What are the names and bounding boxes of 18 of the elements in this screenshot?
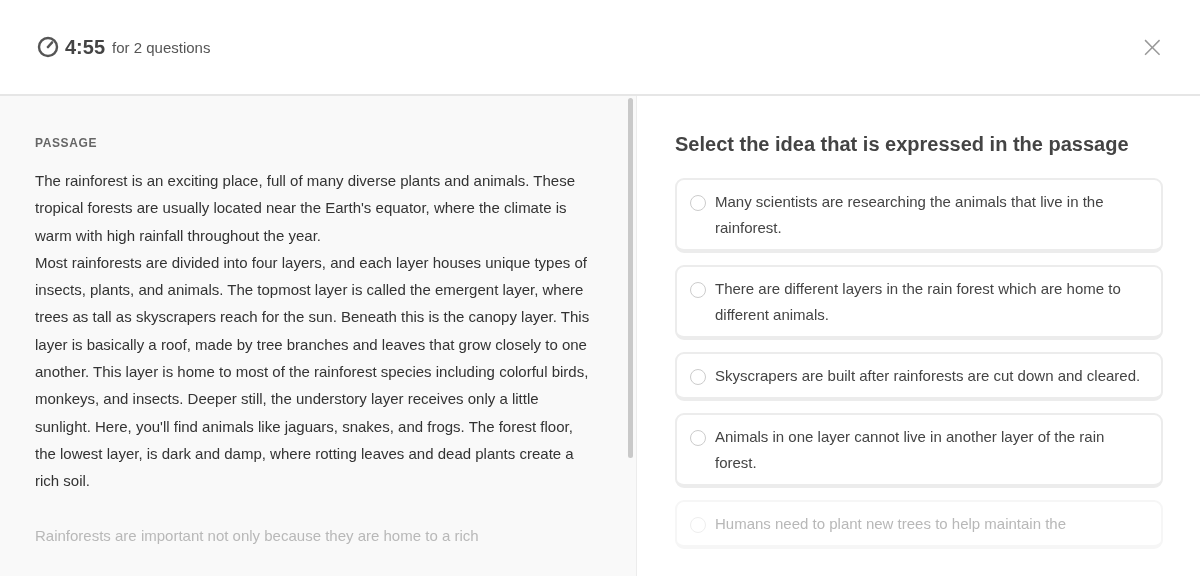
passage-paragraph: The rainforest is an exciting place, full of many diverse plants and animals. These tropical forests are usually located near the Earth's equator, where the climate is warm with high rainfall throughout the year. xyxy=(35,171,576,246)
passage-paragraph: Rainforests are important not only because they are home to a rich xyxy=(35,525,480,546)
answer-option[interactable]: Animals in one layer cannot live in another layer of the rain forest. xyxy=(675,413,1163,488)
scrollbar[interactable] xyxy=(628,98,633,458)
timer-icon xyxy=(37,36,59,58)
timer-text: 4:55 xyxy=(65,35,106,59)
answer-option[interactable]: There are different layers in the rain forest which are home to different animals. xyxy=(675,265,1163,340)
option-text: Many scientists are researching the animals that live in the rainforest. xyxy=(715,192,1105,238)
answer-option[interactable]: Many scientists are researching the animals that live in the rainforest. xyxy=(675,178,1163,253)
timer-caption: for 2 questions xyxy=(112,38,211,56)
option-text: There are different layers in the rain forest which are home to different animals. xyxy=(715,279,1122,325)
option-text: Animals in one layer cannot live in another layer of the rain forest. xyxy=(715,427,1106,473)
passage-paragraph: Most rainforests are divided into four layers, and each layer houses unique types of insects, plants, and animals. The topmost layer is called the emergent layer, where trees as tall as skyscrapers reach for the sun. Beneath this is the canopy layer. This layer is basically a roof, made by tree branches and leaves that grow closely to one another. This layer is home to most of the rainforest species including colorful birds, monkeys, and insects. Deeper still, the understory layer receives only a little sunlight. Here, you'll find animals like jaguars, snakes, and frogs. The forest floor, the lowest layer, is dark and damp, where rotting leaves and dead plants create a rich soil. xyxy=(35,252,591,492)
option-text: Skyscrapers are built after rainforests are cut down and cleared. xyxy=(715,366,1141,386)
answer-option[interactable]: Skyscrapers are built after rainforests are cut down and cleared. xyxy=(675,352,1163,401)
question-prompt: Select the idea that is expressed in the passage xyxy=(675,133,1130,156)
option-text: Humans need to plant new trees to help maintain the xyxy=(715,514,1067,534)
passage-label: PASSAGE xyxy=(35,136,98,150)
